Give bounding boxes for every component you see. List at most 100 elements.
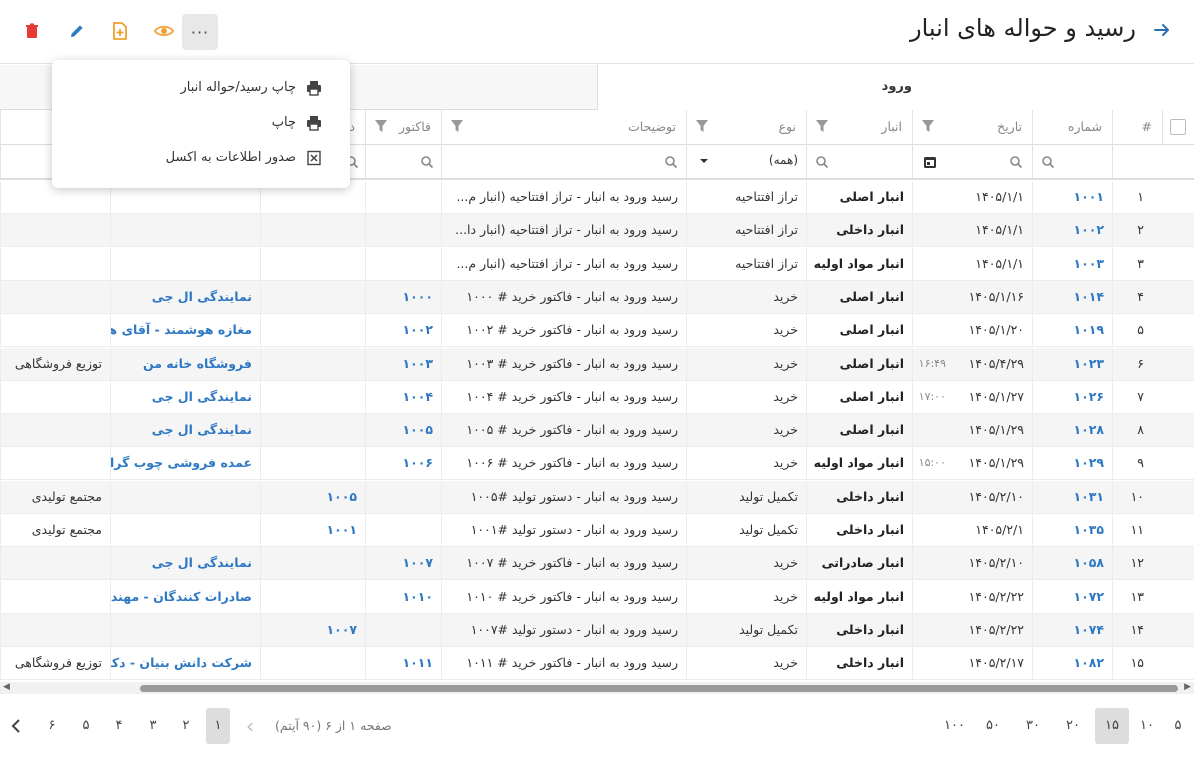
col-header-number[interactable]: شماره xyxy=(1032,110,1112,145)
cell-party[interactable]: شرکت دانش بنیان - دکتر مهندس xyxy=(110,647,260,681)
table-row[interactable]: ۲ ۱۰۰۲ ۱۴۰۵/۱/۱ انبار داخلی تراز افتتاحیه رسی… xyxy=(0,214,1194,248)
cell-party[interactable]: نمایندگی ال جی xyxy=(110,380,260,414)
cell-order[interactable] xyxy=(260,647,365,681)
cell-num[interactable]: ۱۰۳۵ xyxy=(1032,514,1112,547)
cell-party[interactable]: نمایندگی ال جی xyxy=(110,547,260,581)
cell-order[interactable] xyxy=(260,347,365,381)
scroll-left-icon[interactable]: ◀ xyxy=(3,682,10,692)
cell-party[interactable]: صادرات کنندگان - مهندس صادقی xyxy=(110,580,260,614)
cell-num[interactable]: ۱۰۱۹ xyxy=(1032,314,1112,348)
cell-invoice[interactable] xyxy=(365,214,441,248)
table-row[interactable]: ۵ ۱۰۱۹ ۱۴۰۵/۱/۲۰ انبار اصلی خرید رسید ورود به… xyxy=(0,314,1194,348)
table-row[interactable]: ۱۰ ۱۰۳۱ ۱۴۰۵/۲/۱۰ انبار داخلی تکمیل تولید رسی… xyxy=(0,480,1194,514)
filter-icon[interactable] xyxy=(815,119,829,133)
view-button[interactable] xyxy=(146,14,182,50)
arrow-right-icon[interactable] xyxy=(1150,20,1174,44)
cell-order[interactable] xyxy=(260,247,365,281)
cell-order[interactable] xyxy=(260,447,365,481)
page-size-15[interactable]: ۱۵ xyxy=(1095,708,1129,744)
col-header-invoice[interactable]: فاکتور xyxy=(365,110,441,145)
more-button[interactable]: ··· xyxy=(182,14,218,50)
add-document-button[interactable] xyxy=(102,14,138,50)
cell-order[interactable]: ۱۰۰۱ xyxy=(260,514,365,547)
filter-number-input[interactable] xyxy=(1032,145,1112,179)
table-row[interactable]: ۸ ۱۰۲۸ ۱۴۰۵/۱/۲۹ انبار اصلی خرید رسید ورود به… xyxy=(0,414,1194,448)
page-button-1[interactable]: ۱ xyxy=(206,708,230,744)
menu-item-export-excel[interactable]: صدور اطلاعات به اکسل xyxy=(166,146,322,170)
filter-icon[interactable] xyxy=(921,119,935,133)
cell-invoice[interactable]: ۱۰۱۱ xyxy=(365,647,441,681)
page-size-50[interactable]: ۵۰ xyxy=(980,708,1006,744)
cell-num[interactable]: ۱۰۰۱ xyxy=(1032,181,1112,214)
cell-invoice[interactable]: ۱۰۰۲ xyxy=(365,314,441,348)
table-row[interactable]: ۷ ۱۰۲۶ ۱۴۰۵/۱/۲۷ ۱۷:۰۰ انبار اصلی خرید رسید ور… xyxy=(0,380,1194,414)
cell-order[interactable]: ۱۰۰۷ xyxy=(260,613,365,647)
page-size-20[interactable]: ۲۰ xyxy=(1060,708,1086,744)
cell-party[interactable]: مغازه هوشمند - آقای هوشمند xyxy=(110,314,260,348)
scrollbar-thumb[interactable] xyxy=(140,685,1178,692)
cell-invoice[interactable] xyxy=(365,247,441,281)
cell-invoice[interactable]: ۱۰۰۰ xyxy=(365,280,441,314)
edit-button[interactable] xyxy=(59,14,95,50)
page-button-2[interactable]: ۲ xyxy=(174,708,198,744)
cell-order[interactable] xyxy=(260,547,365,581)
calendar-icon[interactable] xyxy=(923,155,937,169)
cell-num[interactable]: ۱۰۳۱ xyxy=(1032,480,1112,514)
table-row[interactable]: ۴ ۱۰۱۴ ۱۴۰۵/۱/۱۶ انبار اصلی خرید رسید ورود به… xyxy=(0,280,1194,314)
cell-invoice[interactable]: ۱۰۰۶ xyxy=(365,447,441,481)
cell-num[interactable]: ۱۰۸۲ xyxy=(1032,647,1112,681)
cell-num[interactable]: ۱۰۰۲ xyxy=(1032,214,1112,248)
page-size-10[interactable]: ۱۰ xyxy=(1134,708,1160,744)
page-button-3[interactable]: ۳ xyxy=(141,708,165,744)
table-row[interactable]: ۹ ۱۰۲۹ ۱۴۰۵/۱/۲۹ ۱۵:۰۰ انبار مواد اولیه خرید ر… xyxy=(0,447,1194,481)
cell-party[interactable]: نمایندگی ال جی xyxy=(110,414,260,448)
page-size-100[interactable]: ۱۰۰ xyxy=(938,708,971,744)
cell-invoice[interactable]: ۱۰۰۵ xyxy=(365,414,441,448)
next-page-button[interactable] xyxy=(4,708,28,744)
cell-num[interactable]: ۱۰۲۶ xyxy=(1032,380,1112,414)
table-row[interactable]: ۳ ۱۰۰۳ ۱۴۰۵/۱/۱ انبار مواد اولیه تراز افتتاح… xyxy=(0,247,1194,281)
cell-order[interactable]: ۱۰۰۵ xyxy=(260,480,365,514)
cell-order[interactable] xyxy=(260,280,365,314)
cell-party[interactable] xyxy=(110,613,260,647)
select-all-checkbox[interactable] xyxy=(1170,119,1186,135)
cell-party[interactable]: فروشگاه خانه من xyxy=(110,347,260,381)
cell-num[interactable]: ۱۰۵۸ xyxy=(1032,547,1112,581)
cell-num[interactable]: ۱۰۲۹ xyxy=(1032,447,1112,481)
cell-invoice[interactable] xyxy=(365,181,441,214)
cell-invoice[interactable]: ۱۰۱۰ xyxy=(365,580,441,614)
cell-party[interactable] xyxy=(110,214,260,248)
table-row[interactable]: ۱۱ ۱۰۳۵ ۱۴۰۵/۲/۱ انبار داخلی تکمیل تولید رسید… xyxy=(0,514,1194,547)
filter-icon[interactable] xyxy=(695,119,709,133)
cell-num[interactable]: ۱۰۲۸ xyxy=(1032,414,1112,448)
cell-invoice[interactable] xyxy=(365,480,441,514)
col-header-warehouse[interactable]: انبار xyxy=(806,110,912,145)
cell-invoice[interactable]: ۱۰۰۴ xyxy=(365,380,441,414)
cell-num[interactable]: ۱۰۲۳ xyxy=(1032,347,1112,381)
cell-num[interactable]: ۱۰۱۴ xyxy=(1032,280,1112,314)
page-button-4[interactable]: ۴ xyxy=(107,708,131,744)
filter-icon[interactable] xyxy=(374,119,388,133)
menu-item-print[interactable]: چاپ xyxy=(272,111,322,135)
prev-page-button[interactable]: ‹ xyxy=(238,708,262,744)
page-size-30[interactable]: ۳۰ xyxy=(1020,708,1046,744)
cell-invoice[interactable]: ۱۰۰۳ xyxy=(365,347,441,381)
table-row[interactable]: ۱۲ ۱۰۵۸ ۱۴۰۵/۲/۱۰ انبار صادراتی خرید رسید ورو… xyxy=(0,547,1194,581)
table-row[interactable]: ۱۳ ۱۰۷۲ ۱۴۰۵/۲/۲۲ انبار مواد اولیه خرید رسید … xyxy=(0,580,1194,614)
cell-order[interactable] xyxy=(260,414,365,448)
filter-invoice-input[interactable] xyxy=(365,145,441,179)
col-header-date[interactable]: تاریخ xyxy=(912,110,1032,145)
cell-num[interactable]: ۱۰۷۴ xyxy=(1032,613,1112,647)
scroll-right-icon[interactable]: ▶ xyxy=(1184,682,1191,692)
col-header-index[interactable]: # xyxy=(1112,110,1162,145)
col-header-type[interactable]: نوع xyxy=(686,110,806,145)
horizontal-scrollbar[interactable]: ◀ ▶ xyxy=(0,682,1194,694)
cell-order[interactable] xyxy=(260,380,365,414)
cell-invoice[interactable] xyxy=(365,613,441,647)
page-button-6[interactable]: ۶ xyxy=(40,708,64,744)
filter-warehouse-input[interactable] xyxy=(806,145,912,179)
cell-invoice[interactable] xyxy=(365,514,441,547)
delete-button[interactable] xyxy=(14,14,50,50)
filter-type-select[interactable]: (همه) xyxy=(686,145,806,179)
table-row[interactable]: ۱۵ ۱۰۸۲ ۱۴۰۵/۲/۱۷ انبار داخلی خرید رسید ورود … xyxy=(0,647,1194,681)
